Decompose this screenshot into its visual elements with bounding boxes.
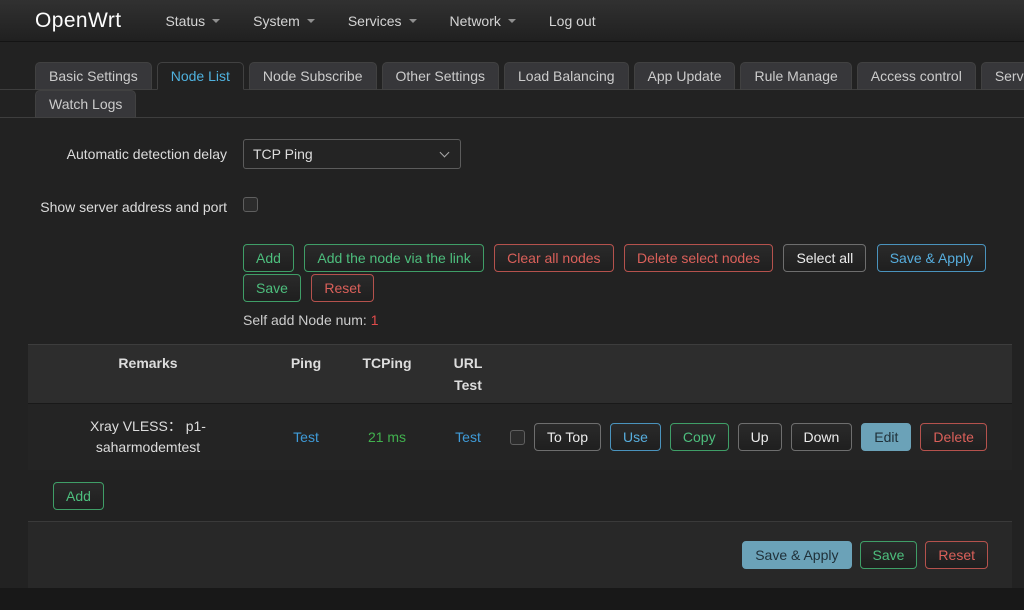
save-footer-button[interactable]: Save xyxy=(860,541,918,569)
tab-load-balancing[interactable]: Load Balancing xyxy=(504,62,629,90)
node-tcping-cell: 21 ms xyxy=(344,404,430,471)
nav-system[interactable]: System xyxy=(253,13,315,29)
detection-delay-select[interactable]: TCP Ping xyxy=(243,139,461,169)
tab-rule-manage[interactable]: Rule Manage xyxy=(740,62,851,90)
reset-top-button[interactable]: Reset xyxy=(311,274,374,302)
caret-down-icon xyxy=(212,19,220,23)
down-button[interactable]: Down xyxy=(791,423,853,451)
nav-system-label: System xyxy=(253,13,300,29)
node-actions: Add Add the node via the link Clear all … xyxy=(243,244,1012,303)
show-server-checkbox[interactable] xyxy=(243,197,258,212)
detection-delay-label: Automatic detection delay xyxy=(28,146,235,162)
copy-button[interactable]: Copy xyxy=(670,423,729,451)
header-controls xyxy=(506,345,1012,404)
show-server-label: Show server address and port xyxy=(28,199,235,215)
clear-all-nodes-button[interactable]: Clear all nodes xyxy=(494,244,613,272)
self-add-node-count: 1 xyxy=(371,312,379,328)
nav-status-label: Status xyxy=(165,13,205,29)
delete-button[interactable]: Delete xyxy=(920,423,986,451)
page-actions-bar: Save & Apply Save Reset xyxy=(28,521,1012,588)
tab-basic-settings[interactable]: Basic Settings xyxy=(35,62,152,90)
brand-logo[interactable]: OpenWrt xyxy=(35,9,121,33)
tab-node-subscribe[interactable]: Node Subscribe xyxy=(249,62,377,90)
tab-app-update[interactable]: App Update xyxy=(634,62,736,90)
tabs-row-2: Watch Logs xyxy=(0,90,1024,118)
tab-watch-logs[interactable]: Watch Logs xyxy=(35,90,136,118)
node-select-checkbox[interactable] xyxy=(510,430,525,445)
add-node-via-link-button[interactable]: Add the node via the link xyxy=(304,244,483,272)
node-remarks-cell: Xray VLESS： p1-saharmodemtest xyxy=(28,404,268,471)
node-remarks: Xray VLESS： p1-saharmodemtest xyxy=(66,416,231,458)
up-button[interactable]: Up xyxy=(738,423,782,451)
detection-delay-row: Automatic detection delay TCP Ping xyxy=(28,139,1012,169)
header-url-test: URL Test xyxy=(430,345,506,404)
nav-logout[interactable]: Log out xyxy=(549,13,596,29)
tab-access-control[interactable]: Access control xyxy=(857,62,976,90)
tab-node-list[interactable]: Node List xyxy=(157,62,244,90)
delete-select-nodes-button[interactable]: Delete select nodes xyxy=(624,244,773,272)
header-ping: Ping xyxy=(268,345,344,404)
caret-down-icon xyxy=(508,19,516,23)
page-body: Basic Settings Node List Node Subscribe … xyxy=(0,42,1024,588)
ping-test-link[interactable]: Test xyxy=(293,429,319,445)
node-actions-row-2: Save Reset xyxy=(243,274,1012,303)
show-server-row: Show server address and port xyxy=(28,197,1012,217)
nav-services[interactable]: Services xyxy=(348,13,417,29)
nav-network[interactable]: Network xyxy=(450,13,516,29)
tabs-row-1: Basic Settings Node List Node Subscribe … xyxy=(0,62,1024,90)
node-list-section: Automatic detection delay TCP Ping Show … xyxy=(0,139,1024,588)
caret-down-icon xyxy=(409,19,417,23)
caret-down-icon xyxy=(307,19,315,23)
to-top-button[interactable]: To Top xyxy=(534,423,601,451)
self-add-node-label: Self add Node num: xyxy=(243,312,367,328)
save-apply-top-button[interactable]: Save & Apply xyxy=(877,244,986,272)
use-button[interactable]: Use xyxy=(610,423,661,451)
nav-services-label: Services xyxy=(348,13,402,29)
edit-button[interactable]: Edit xyxy=(861,423,911,451)
self-add-node-note: Self add Node num:1 xyxy=(243,312,1012,328)
save-top-button[interactable]: Save xyxy=(243,274,301,302)
table-row: Xray VLESS： p1-saharmodemtest Test 21 ms… xyxy=(28,404,1012,471)
nav-logout-label: Log out xyxy=(549,13,596,29)
tab-server-side[interactable]: Server-Side xyxy=(981,62,1024,90)
nav-status[interactable]: Status xyxy=(165,13,220,29)
detection-delay-select-wrap: TCP Ping xyxy=(243,139,461,169)
save-apply-footer-button[interactable]: Save & Apply xyxy=(742,541,851,569)
nav-network-label: Network xyxy=(450,13,501,29)
node-urltest-cell: Test xyxy=(430,404,506,471)
node-actions-row-1: Add Add the node via the link Clear all … xyxy=(243,244,1012,273)
reset-footer-button[interactable]: Reset xyxy=(925,541,988,569)
tcping-result: 21 ms xyxy=(368,429,406,445)
header-tcping: TCPing xyxy=(344,345,430,404)
url-test-link[interactable]: Test xyxy=(455,429,481,445)
add-node-button[interactable]: Add xyxy=(53,482,104,510)
top-navbar: OpenWrt Status System Services Network L… xyxy=(0,0,1024,42)
node-ping-cell: Test xyxy=(268,404,344,471)
node-table-header: Remarks Ping TCPing URL Test xyxy=(28,345,1012,404)
header-remarks: Remarks xyxy=(28,345,268,404)
add-button[interactable]: Add xyxy=(243,244,294,272)
select-all-button[interactable]: Select all xyxy=(783,244,866,272)
node-controls-cell: To Top Use Copy Up Down Edit Delete xyxy=(506,404,1012,471)
node-table: Remarks Ping TCPing URL Test Xray VLESS：… xyxy=(28,344,1012,470)
tab-other-settings[interactable]: Other Settings xyxy=(382,62,500,90)
